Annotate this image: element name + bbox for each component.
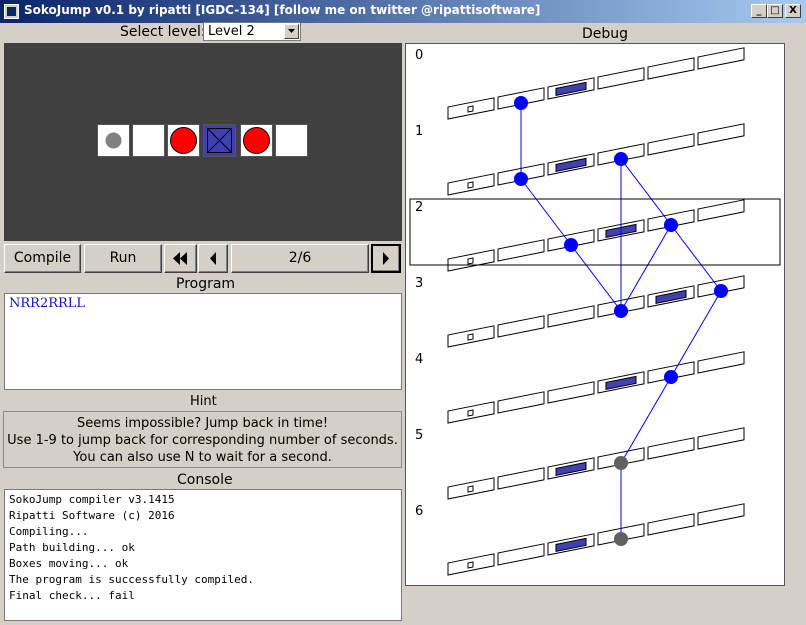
timeline-path (520, 178, 572, 246)
select-level-label: Select level: (120, 24, 206, 40)
program-editor[interactable]: NRR2RRLL (4, 293, 402, 390)
timeline-tile (647, 513, 695, 536)
step-forward-button[interactable] (371, 244, 401, 273)
timeline-tile (647, 57, 695, 80)
console-line: SokoJump compiler v3.1415 (9, 493, 175, 506)
program-code: NRR2RRLL (9, 296, 86, 311)
step-back-button[interactable] (198, 244, 228, 273)
timeline-tile (447, 97, 495, 120)
chevron-down-icon (288, 29, 295, 33)
program-title: Program (176, 276, 236, 292)
target-marker (467, 561, 474, 569)
timeline-tile (547, 533, 595, 556)
timeline-tile (447, 553, 495, 576)
red-ball-cell (167, 124, 200, 157)
timeline-tile (697, 123, 745, 146)
timeline-diagram (409, 47, 781, 576)
timeline-tile (647, 133, 695, 156)
player-position-dot (614, 304, 628, 318)
console-line: The program is successfully compiled. (9, 573, 255, 586)
step-counter: 2/6 (231, 244, 369, 273)
timeline-tile (547, 305, 595, 328)
rewind-button[interactable] (164, 244, 197, 273)
dropdown-button[interactable] (284, 24, 299, 39)
timeline-tile (697, 47, 745, 70)
timeline-tile (697, 427, 745, 450)
console-line: Ripatti Software (c) 2016 (9, 509, 175, 522)
player-position-dot (564, 238, 578, 252)
hint-box: Seems impossible? Jump back in time! Use… (3, 411, 402, 468)
player-position-dot (514, 96, 528, 110)
player-position-dot (614, 456, 628, 470)
maximize-button[interactable]: □ (767, 4, 783, 18)
player-position-dot (664, 370, 678, 384)
level-select-value: Level 2 (208, 24, 255, 39)
timeline-tile (447, 173, 495, 196)
timeline-tile (547, 153, 595, 176)
game-board (4, 43, 402, 241)
target-marker (467, 409, 474, 417)
run-button[interactable]: Run (84, 244, 162, 273)
console-line: Boxes moving... ok (9, 557, 129, 570)
player-position-dot (614, 152, 628, 166)
level-select[interactable]: Level 2 (203, 22, 301, 41)
timeline-tile (447, 249, 495, 272)
rewind-icon (173, 252, 187, 265)
debug-panel: 0 1 2 3 4 5 6 (405, 43, 785, 586)
debug-title: Debug (582, 26, 629, 42)
step-back-icon (210, 252, 216, 265)
window-title: SokoJump v0.1 by ripatti [IGDC-134] [fol… (24, 3, 541, 17)
target-marker (467, 257, 474, 265)
red-ball-cell (240, 124, 273, 157)
timeline-tile (497, 315, 545, 338)
timeline-tile (447, 401, 495, 424)
console-line: Path building... ok (9, 541, 135, 554)
timeline-tile (547, 457, 595, 480)
target-marker (467, 485, 474, 493)
timeline-tile (497, 467, 545, 490)
player-cell (97, 124, 130, 157)
target-marker (467, 181, 474, 189)
timeline-tile (697, 503, 745, 526)
player-position-dot (714, 284, 728, 298)
hint-title: Hint (190, 394, 217, 409)
hint-line: Seems impossible? Jump back in time! (76, 416, 329, 431)
hint-line: Use 1-9 to jump back for corresponding n… (7, 433, 398, 448)
target-marker (467, 105, 474, 113)
step-forward-icon (383, 252, 389, 265)
empty-cell (275, 124, 308, 157)
title-bar: SokoJump v0.1 by ripatti [IGDC-134] [fol… (0, 0, 806, 23)
timeline-tile (547, 77, 595, 100)
console-title: Console (177, 472, 233, 488)
timeline-path (670, 224, 722, 292)
timeline-tile (597, 67, 645, 90)
timeline-tile (497, 239, 545, 262)
timeline-path (620, 158, 672, 226)
console-output: SokoJump compiler v3.1415 Ripatti Softwa… (4, 489, 402, 621)
timeline-tile (597, 371, 645, 394)
timeline-tile (497, 543, 545, 566)
player-position-dot (614, 532, 628, 546)
hint-line: You can also use N to wait for a second. (73, 450, 332, 465)
timeline-tile (547, 381, 595, 404)
app-icon (4, 4, 19, 19)
timeline-tile (697, 351, 745, 374)
console-line: Final check... fail (9, 589, 135, 602)
timeline-tile (447, 477, 495, 500)
compile-button[interactable]: Compile (4, 244, 81, 273)
timeline-tile (447, 325, 495, 348)
empty-cell (132, 124, 165, 157)
timeline-path (570, 244, 622, 312)
timeline-tile (647, 437, 695, 460)
player-position-dot (664, 218, 678, 232)
close-button[interactable]: X (785, 4, 801, 18)
minimize-button[interactable]: _ (751, 4, 767, 18)
box-cell (203, 124, 236, 157)
timeline-tile (697, 199, 745, 222)
timeline-tile (647, 285, 695, 308)
target-marker (467, 333, 474, 341)
player-position-dot (514, 172, 528, 186)
timeline-tile (497, 391, 545, 414)
console-line: Compiling... (9, 525, 89, 538)
